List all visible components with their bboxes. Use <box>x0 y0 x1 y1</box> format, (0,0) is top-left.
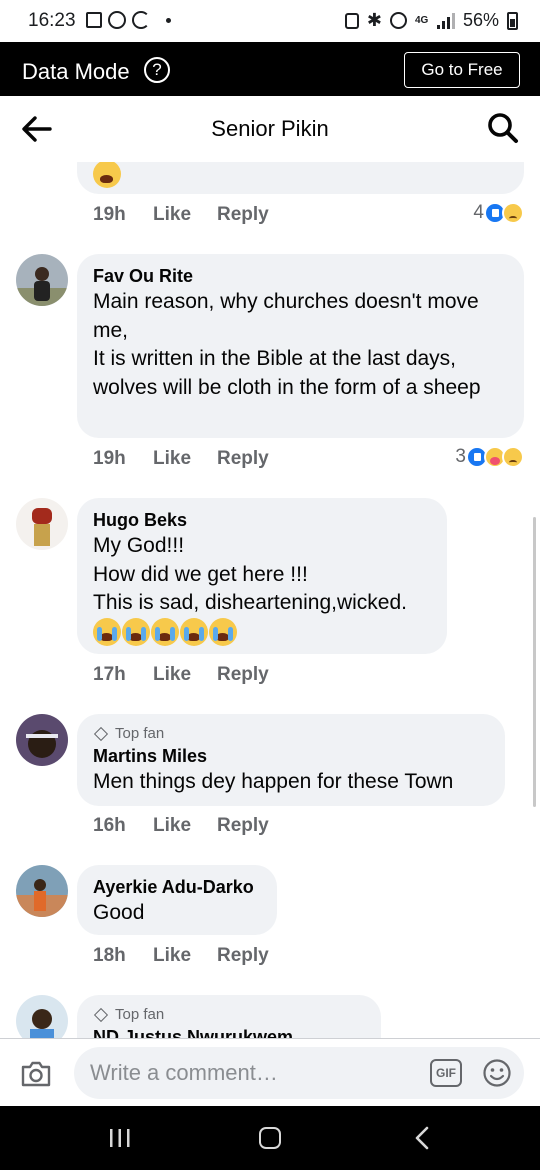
go-to-free-button[interactable]: Go to Free <box>404 52 520 88</box>
top-fan-badge: Top fan <box>93 724 489 744</box>
data-mode-label: Data Mode <box>22 59 130 84</box>
comment-actions: 16h Like Reply <box>93 815 269 837</box>
reply-button[interactable]: Reply <box>217 664 269 686</box>
back-nav-icon[interactable] <box>414 1126 430 1150</box>
comment-input[interactable]: Write a comment… GIF <box>74 1047 524 1099</box>
status-time: 16:23 <box>28 10 76 31</box>
reaction-summary[interactable]: 4 <box>473 202 524 224</box>
crying-emoji-icon <box>122 617 150 646</box>
like-button[interactable]: Like <box>153 945 217 967</box>
sad-reaction-icon <box>502 446 524 468</box>
comment-author[interactable]: Ayerkie Adu-Darko <box>93 875 261 899</box>
battery-percent: 56% <box>462 10 499 30</box>
comment-text: Main reason, why churches doesn't move m… <box>93 290 481 399</box>
comment-bubble: Top fan ND Justus Nwurukwem <box>77 995 381 1038</box>
reply-button[interactable]: Reply <box>217 204 269 226</box>
avatar[interactable] <box>16 254 68 306</box>
system-nav-bar <box>0 1106 540 1170</box>
reaction-summary[interactable]: 3 <box>455 446 524 468</box>
comment-actions: 19h Like Reply <box>93 204 269 226</box>
comment-time: 19h <box>93 204 126 225</box>
comment-actions: 18h Like Reply <box>93 945 269 967</box>
whatsapp-notification-icon <box>108 11 126 29</box>
reply-button[interactable]: Reply <box>217 815 269 837</box>
comment-actions: 17h Like Reply <box>93 664 269 686</box>
camera-icon[interactable] <box>20 1060 52 1088</box>
comment-time: 17h <box>93 664 126 685</box>
comment-composer: Write a comment… GIF <box>0 1038 540 1106</box>
top-fan-badge: Top fan <box>93 1005 365 1025</box>
comment-author[interactable]: Hugo Beks <box>93 508 431 532</box>
network-type-label: 4G <box>414 14 429 26</box>
avatar[interactable] <box>16 995 68 1038</box>
like-button[interactable]: Like <box>153 204 217 226</box>
scrollbar[interactable] <box>533 517 536 807</box>
battery-icon <box>507 11 518 30</box>
comment-time: 19h <box>93 448 126 469</box>
signal-icon <box>436 12 455 29</box>
comment-bubble: Fav Ou Rite Main reason, why churches do… <box>77 254 524 438</box>
reply-button[interactable]: Reply <box>217 448 269 470</box>
comment-author[interactable]: ND Justus Nwurukwem <box>93 1025 365 1038</box>
sad-emoji-icon <box>93 162 121 188</box>
comment-text: Men things dey happen for these Town <box>93 770 454 793</box>
avatar[interactable] <box>16 714 68 766</box>
page-title: Senior Pikin <box>211 116 329 141</box>
crying-emoji-icon <box>93 617 121 646</box>
sad-reaction-icon <box>502 202 524 224</box>
crying-emoji-icon <box>151 617 179 646</box>
avatar[interactable] <box>16 865 68 917</box>
comments-list[interactable]: 19h Like Reply 4 Fav Ou Rite Main reason… <box>0 162 540 1038</box>
crying-emoji-icon <box>180 617 208 646</box>
crying-emoji-icon <box>209 617 237 646</box>
reaction-count: 4 <box>473 202 484 223</box>
like-button[interactable]: Like <box>153 664 217 686</box>
help-icon[interactable]: ? <box>144 57 170 83</box>
reply-button[interactable]: Reply <box>217 945 269 967</box>
comment-time: 16h <box>93 815 126 836</box>
comment-author[interactable]: Fav Ou Rite <box>93 264 508 288</box>
comment-bubble: Hugo Beks My God!!! How did we get here … <box>77 498 447 654</box>
reaction-count: 3 <box>455 446 466 467</box>
diamond-icon <box>93 1007 109 1023</box>
avatar[interactable] <box>16 498 68 550</box>
alarm-icon <box>344 12 359 29</box>
search-icon[interactable] <box>486 111 520 145</box>
comment-bubble: Top fan Martins Miles Men things dey hap… <box>77 714 505 806</box>
comment-bubble: Ayerkie Adu-Darko Good <box>77 865 277 935</box>
recent-apps-icon[interactable] <box>108 1128 132 1148</box>
comment-actions: 19h Like Reply <box>93 448 269 470</box>
status-bar: 16:23 ✱ 4G 56% <box>0 0 540 42</box>
like-button[interactable]: Like <box>153 448 217 470</box>
badge-label: Top fan <box>115 725 165 742</box>
comment-text: Good <box>93 901 145 924</box>
badge-label: Top fan <box>115 1006 165 1023</box>
gallery-notification-icon <box>86 12 102 28</box>
data-mode-bar: Data Mode ? Go to Free <box>0 42 540 96</box>
comment-time: 18h <box>93 945 126 966</box>
comment-author[interactable]: Martins Miles <box>93 744 489 768</box>
bluetooth-icon: ✱ <box>366 10 382 30</box>
diamond-icon <box>93 726 109 742</box>
gif-icon[interactable]: GIF <box>430 1059 462 1087</box>
more-notifications-dot-icon <box>166 17 171 23</box>
like-button[interactable]: Like <box>153 815 217 837</box>
comment-bubble <box>77 162 524 194</box>
home-icon[interactable] <box>259 1127 281 1149</box>
app-notification-icon <box>132 11 150 29</box>
hotspot-icon <box>389 12 407 29</box>
page-header: Senior Pikin <box>0 96 540 162</box>
comment-input-placeholder: Write a comment… <box>90 1060 278 1085</box>
comment-text: My God!!! How did we get here !!! This i… <box>93 534 407 614</box>
smiley-icon[interactable] <box>482 1058 512 1088</box>
